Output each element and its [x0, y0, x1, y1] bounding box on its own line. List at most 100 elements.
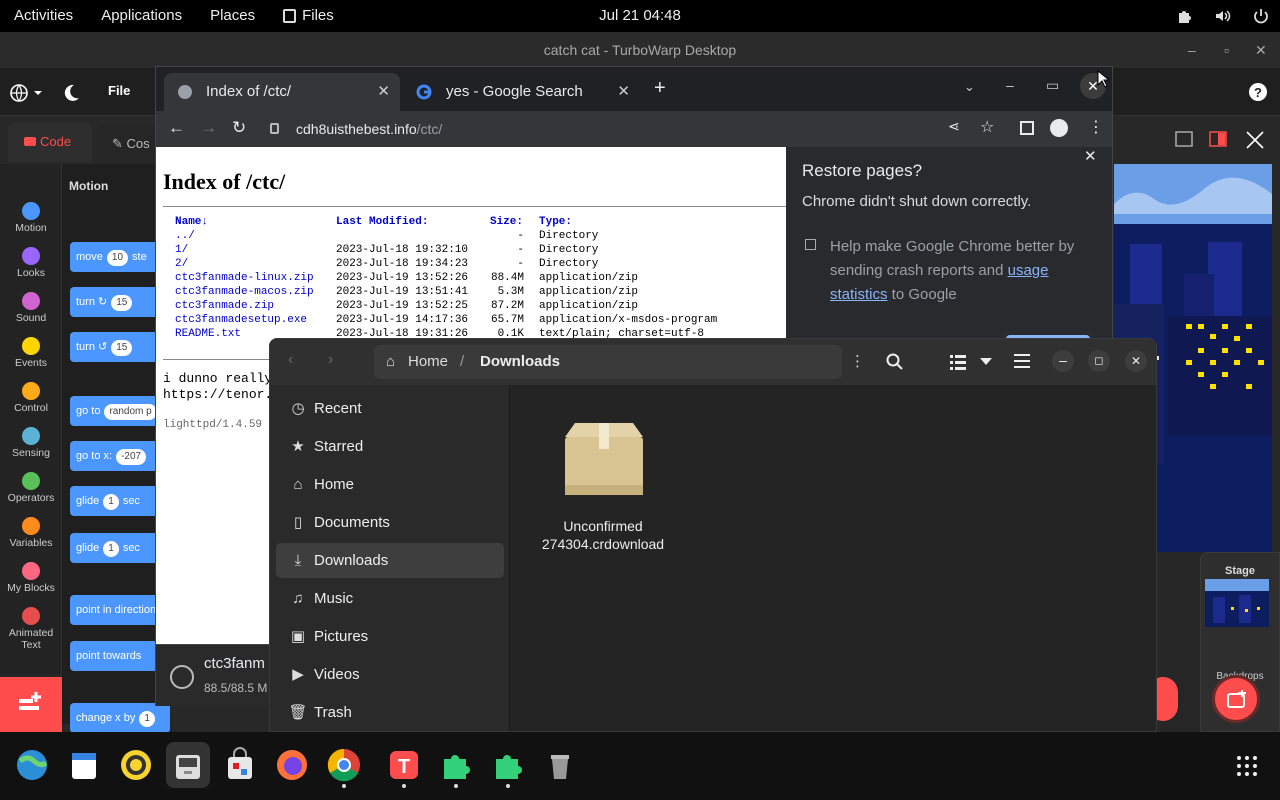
block-input[interactable]: 1 [139, 711, 155, 727]
path-bar[interactable]: ⌂ Home / Downloads ⋮ [374, 345, 865, 379]
tab-index-of-ctc[interactable]: Index of /ctc/ ✕ [164, 73, 400, 111]
extension-app-icon[interactable] [436, 745, 476, 785]
close-tab-icon[interactable]: ✕ [377, 73, 390, 111]
path-menu-icon[interactable]: ⋮ [850, 345, 865, 379]
category-variables[interactable]: Variables [0, 517, 62, 549]
minimize-icon[interactable]: – [1188, 32, 1196, 68]
clock[interactable]: Jul 21 04:48 [580, 0, 700, 32]
back-arrow-icon[interactable]: ← [168, 118, 185, 138]
minimize-icon[interactable]: – [1052, 350, 1074, 372]
extension-puzzle-icon[interactable] [1176, 7, 1194, 25]
kebab-menu-icon[interactable]: ⋮ [1088, 117, 1104, 137]
reload-icon[interactable]: ↻ [232, 118, 246, 138]
category-animated-text[interactable]: Animated Text [0, 607, 62, 651]
places-menu[interactable]: Places [196, 0, 269, 32]
file-link[interactable]: ctc3fanmade.zip [175, 299, 336, 313]
power-icon[interactable] [1252, 7, 1270, 25]
language-globe-icon[interactable] [10, 83, 44, 103]
search-icon[interactable] [886, 353, 904, 371]
forward-arrow-icon[interactable]: → [200, 118, 217, 138]
column-modified[interactable]: Last Modified: [336, 215, 490, 229]
sidebar-item-music[interactable]: ♫ Music [276, 581, 504, 616]
column-type[interactable]: Type: [539, 215, 572, 229]
hamburger-menu-icon[interactable] [1014, 354, 1030, 368]
tab-search-chevron-icon[interactable]: ⌄ [964, 79, 975, 95]
file-link[interactable]: 1/ [175, 243, 336, 257]
chrome-app-icon[interactable] [324, 745, 364, 785]
dark-mode-moon-icon[interactable] [64, 84, 80, 102]
extension-app-icon-2[interactable] [488, 745, 528, 785]
new-tab-icon[interactable]: + [654, 77, 666, 100]
maximize-icon[interactable]: ▫ [1224, 32, 1229, 68]
crash-report-checkbox[interactable] [805, 239, 816, 250]
block-input[interactable]: 10 [106, 250, 129, 266]
path-home[interactable]: Home [408, 345, 448, 379]
close-icon[interactable]: ✕ [1255, 32, 1267, 68]
bookmark-star-icon[interactable]: ☆ [980, 117, 994, 137]
choose-backdrop-button[interactable] [1212, 675, 1260, 723]
share-icon[interactable]: ⋖ [948, 118, 960, 135]
block-input[interactable]: 1 [103, 541, 119, 557]
applications-menu[interactable]: Applications [87, 0, 196, 32]
maximize-icon[interactable]: ◻ [1088, 350, 1110, 372]
rhythmbox-app-icon[interactable] [116, 745, 156, 785]
restore-icon[interactable]: ▭ [1046, 77, 1059, 94]
category-events[interactable]: Events [0, 337, 62, 369]
category-motion[interactable]: Motion [0, 202, 62, 234]
file-link[interactable]: ../ [175, 229, 336, 243]
software-store-icon[interactable] [220, 745, 260, 785]
file-link[interactable]: 2/ [175, 257, 336, 271]
block-input[interactable]: -207 [116, 449, 147, 465]
category-looks[interactable]: Looks [0, 247, 62, 279]
file-link[interactable]: ctc3fanmade-linux.zip [175, 271, 336, 285]
sidebar-item-home[interactable]: ⌂ Home [276, 467, 504, 502]
file-link[interactable]: ctc3fanmadesetup.exe [175, 313, 336, 327]
sidebar-item-pictures[interactable]: ▣ Pictures [276, 619, 504, 654]
sidebar-item-trash[interactable]: 🗑 Trash [276, 695, 504, 730]
block-input[interactable]: 15 [111, 340, 133, 356]
category-sensing[interactable]: Sensing [0, 427, 62, 459]
calendar-app-icon[interactable] [64, 745, 104, 785]
sidebar-item-recent[interactable]: ◷ Recent [276, 391, 504, 426]
block-input[interactable]: random p [104, 404, 157, 420]
forward-chevron-icon[interactable]: › [328, 351, 333, 369]
add-extension-button[interactable] [0, 677, 62, 732]
files-app-icon[interactable] [168, 745, 208, 785]
category-control[interactable]: Control [0, 382, 62, 414]
file-link[interactable]: ctc3fanmade-macos.zip [175, 285, 336, 299]
block-input[interactable]: 15 [111, 295, 133, 311]
sidebar-item-videos[interactable]: ▶ Videos [276, 657, 504, 692]
back-chevron-icon[interactable]: ‹ [288, 351, 293, 369]
column-name[interactable]: Name↓ [175, 215, 336, 229]
firefox-app-icon[interactable] [272, 745, 312, 785]
close-tab-icon[interactable]: ✕ [617, 73, 630, 111]
address-bar[interactable]: cdh8uisthebest.info/ctc/ [260, 115, 960, 143]
minimize-icon[interactable]: – [1006, 77, 1014, 93]
close-bubble-icon[interactable]: ✕ [1084, 147, 1097, 165]
category-my-blocks[interactable]: My Blocks [0, 562, 62, 594]
column-size[interactable]: Size: [490, 215, 539, 229]
profile-avatar-icon[interactable] [1050, 119, 1068, 137]
activities-button[interactable]: Activities [0, 0, 87, 32]
turbowarp-app-icon[interactable]: T [384, 745, 424, 785]
fullscreen-icon[interactable] [1241, 128, 1269, 152]
side-panel-icon[interactable] [1020, 121, 1034, 135]
trash-app-icon[interactable] [540, 745, 580, 785]
list-view-icon[interactable] [950, 354, 966, 370]
files-app-menu[interactable]: Files [269, 0, 348, 32]
path-current[interactable]: Downloads [480, 345, 560, 379]
category-sound[interactable]: Sound [0, 292, 62, 324]
download-file-item[interactable]: Unconfirmed 274304.crdownload [535, 421, 671, 552]
file-menu[interactable]: File [108, 83, 130, 98]
tab-costumes[interactable]: ✎ Cos [96, 126, 160, 162]
system-tray[interactable] [1176, 0, 1270, 32]
help-icon[interactable]: ? [1248, 82, 1268, 102]
close-icon[interactable]: ✕ [1125, 350, 1147, 372]
motion-block[interactable]: change x by 1 [70, 703, 170, 733]
volume-icon[interactable] [1214, 7, 1232, 25]
category-operators[interactable]: Operators [0, 472, 62, 504]
download-name[interactable]: ctc3fanm [204, 655, 265, 672]
world-globe-app-icon[interactable] [12, 745, 52, 785]
view-options-chevron-icon[interactable] [980, 358, 992, 366]
block-input[interactable]: 1 [103, 494, 119, 510]
